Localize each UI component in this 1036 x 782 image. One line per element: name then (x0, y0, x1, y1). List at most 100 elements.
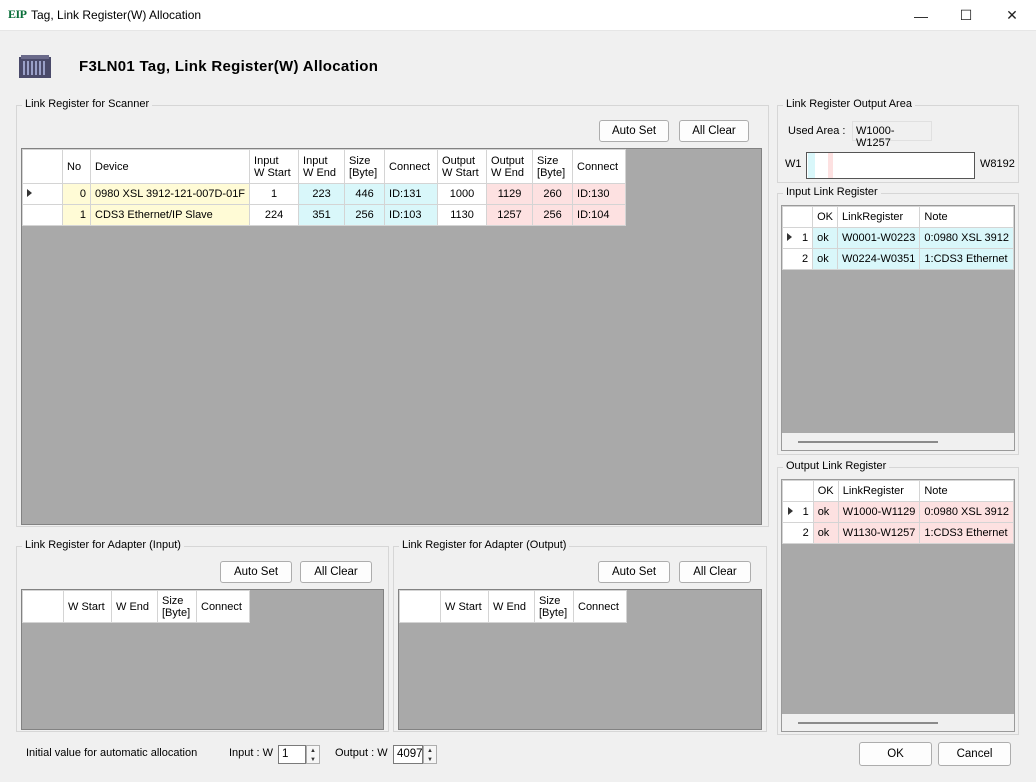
col-header-output-connect[interactable]: Connect (572, 149, 627, 184)
input-start-field[interactable]: 1 (278, 745, 306, 764)
row-selector[interactable] (22, 183, 63, 205)
cell-input-w-end[interactable]: 351 (298, 204, 346, 226)
adapter-input-auto-set-button[interactable]: Auto Set (220, 561, 292, 583)
spin-up-icon[interactable]: ▲ (307, 746, 319, 755)
table-row[interactable]: 1 ok W1000-W1129 0:0980 XSL 3912 (782, 501, 1014, 523)
col-header-w-end[interactable]: W End (488, 590, 535, 623)
cell-link-register[interactable]: W0224-W0351 (837, 248, 921, 270)
col-header-no[interactable]: No (62, 149, 91, 184)
adapter-output-grid[interactable]: W Start W End Size [Byte] Connect (398, 589, 762, 730)
cell-ok[interactable]: ok (812, 522, 839, 544)
row-selector[interactable]: 2 (782, 248, 814, 270)
cell-output-size[interactable]: 256 (532, 204, 574, 226)
cell-device[interactable]: CDS3 Ethernet/IP Slave (89, 204, 251, 226)
col-header-note[interactable]: Note (919, 206, 1014, 228)
scanner-all-clear-button[interactable]: All Clear (679, 120, 749, 142)
output-link-group-label: Output Link Register (783, 460, 890, 472)
col-header-size[interactable]: Size [Byte] (157, 590, 197, 623)
spin-down-icon[interactable]: ▼ (307, 755, 319, 764)
col-header-w-end[interactable]: W End (111, 590, 158, 623)
minimize-button[interactable]: — (898, 0, 944, 31)
cell-input-w-start[interactable]: 224 (249, 204, 300, 226)
cell-input-w-end[interactable]: 223 (298, 183, 346, 205)
col-header-note[interactable]: Note (919, 480, 1014, 502)
maximize-button[interactable]: ☐ (943, 0, 989, 31)
cell-no[interactable]: 1 (62, 204, 91, 226)
adapter-output-auto-set-button[interactable]: Auto Set (598, 561, 670, 583)
cell-note[interactable]: 0:0980 XSL 3912 (919, 501, 1014, 523)
col-header-output-w-end[interactable]: Output W End (486, 149, 534, 184)
cell-input-size[interactable]: 446 (344, 183, 386, 205)
cell-output-w-start[interactable]: 1000 (437, 183, 488, 205)
cell-output-connect[interactable]: ID:104 (572, 204, 627, 226)
col-header-output-size[interactable]: Size [Byte] (532, 149, 574, 184)
col-header-link-register[interactable]: LinkRegister (837, 206, 921, 228)
cell-note[interactable]: 1:CDS3 Ethernet (919, 522, 1014, 544)
cell-output-w-end[interactable]: 1257 (486, 204, 534, 226)
ok-button[interactable]: OK (859, 742, 932, 766)
col-header-w-start[interactable]: W Start (63, 590, 112, 623)
table-row[interactable]: 0 0980 XSL 3912-121-007D-01F 1 223 446 I… (22, 183, 627, 205)
cell-ok[interactable]: ok (812, 248, 839, 270)
cell-ok[interactable]: ok (812, 501, 839, 523)
cell-input-connect[interactable]: ID:103 (384, 204, 439, 226)
input-link-grid[interactable]: OK LinkRegister Note 1 ok W0001-W0223 0:… (781, 205, 1015, 451)
output-start-spinner[interactable]: ▲ ▼ (423, 745, 437, 764)
horizontal-scrollbar[interactable] (782, 433, 1014, 450)
cell-note[interactable]: 1:CDS3 Ethernet (919, 248, 1014, 270)
cell-input-size[interactable]: 256 (344, 204, 386, 226)
horizontal-scrollbar[interactable] (782, 714, 1014, 731)
col-header-w-start[interactable]: W Start (440, 590, 489, 623)
col-header-input-w-end[interactable]: Input W End (298, 149, 346, 184)
row-selector[interactable]: 1 (782, 501, 814, 523)
cell-device[interactable]: 0980 XSL 3912-121-007D-01F (89, 183, 251, 205)
col-header-connect[interactable]: Connect (573, 590, 627, 623)
page-title: F3LN01 Tag, Link Register(W) Allocation (79, 58, 379, 75)
col-header-ok[interactable]: OK (812, 480, 839, 502)
close-button[interactable]: ✕ (989, 0, 1035, 31)
table-row[interactable]: 1 CDS3 Ethernet/IP Slave 224 351 256 ID:… (22, 204, 627, 226)
cell-output-w-start[interactable]: 1130 (437, 204, 488, 226)
cell-output-connect[interactable]: ID:130 (572, 183, 627, 205)
col-header-ok[interactable]: OK (812, 206, 839, 228)
cell-input-connect[interactable]: ID:131 (384, 183, 439, 205)
spin-up-icon[interactable]: ▲ (424, 746, 436, 755)
row-index: 2 (802, 527, 809, 539)
col-header-connect[interactable]: Connect (196, 590, 250, 623)
adapter-input-grid[interactable]: W Start W End Size [Byte] Connect (21, 589, 384, 730)
output-start-field[interactable]: 4097 (393, 745, 423, 764)
cell-link-register[interactable]: W0001-W0223 (837, 227, 921, 249)
col-header-link-register[interactable]: LinkRegister (837, 480, 921, 502)
row-selector[interactable]: 2 (782, 522, 814, 544)
cell-link-register[interactable]: W1130-W1257 (837, 522, 921, 544)
cell-no[interactable]: 0 (62, 183, 91, 205)
col-header-device[interactable]: Device (89, 149, 251, 184)
col-header-input-connect[interactable]: Connect (384, 149, 439, 184)
adapter-output-all-clear-button[interactable]: All Clear (679, 561, 751, 583)
cell-output-w-end[interactable]: 1129 (486, 183, 534, 205)
col-header-size[interactable]: Size [Byte] (534, 590, 574, 623)
table-row[interactable]: 2 ok W0224-W0351 1:CDS3 Ethernet (782, 248, 1014, 270)
col-header-input-w-start[interactable]: Input W Start (249, 149, 300, 184)
table-row[interactable]: 1 ok W0001-W0223 0:0980 XSL 3912 (782, 227, 1014, 249)
cell-link-register[interactable]: W1000-W1129 (837, 501, 921, 523)
scrollbar-thumb[interactable] (798, 441, 938, 443)
row-selector[interactable]: 1 (782, 227, 814, 249)
cancel-button[interactable]: Cancel (938, 742, 1011, 766)
cell-note[interactable]: 0:0980 XSL 3912 (919, 227, 1014, 249)
scanner-grid[interactable]: No Device Input W Start Input W End Size… (21, 148, 762, 525)
scrollbar-thumb[interactable] (798, 722, 938, 724)
row-selector[interactable] (22, 204, 63, 226)
scanner-auto-set-button[interactable]: Auto Set (599, 120, 669, 142)
col-header-input-size[interactable]: Size [Byte] (344, 149, 386, 184)
eip-app-icon: EIP (8, 7, 27, 21)
cell-input-w-start[interactable]: 1 (249, 183, 300, 205)
cell-ok[interactable]: ok (812, 227, 839, 249)
col-header-output-w-start[interactable]: Output W Start (437, 149, 488, 184)
spin-down-icon[interactable]: ▼ (424, 755, 436, 764)
cell-output-size[interactable]: 260 (532, 183, 574, 205)
output-link-grid[interactable]: OK LinkRegister Note 1 ok W1000-W1129 0:… (781, 479, 1015, 732)
input-start-spinner[interactable]: ▲ ▼ (306, 745, 320, 764)
table-row[interactable]: 2 ok W1130-W1257 1:CDS3 Ethernet (782, 522, 1014, 544)
adapter-input-all-clear-button[interactable]: All Clear (300, 561, 372, 583)
